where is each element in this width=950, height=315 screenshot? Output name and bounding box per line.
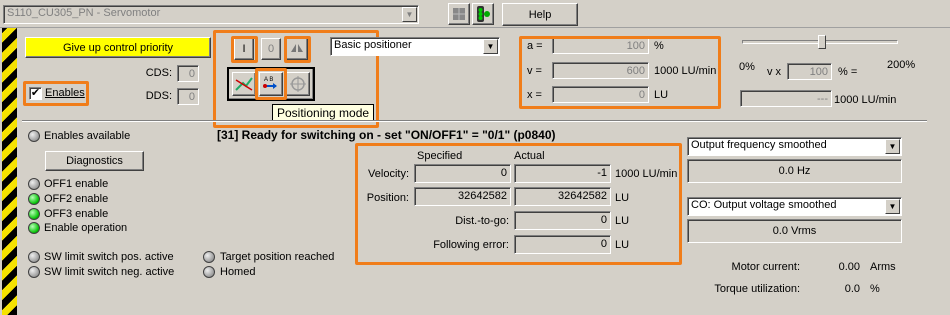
chevron-down-icon[interactable]: ▼ [885,199,900,214]
homed-label: Homed [220,266,256,278]
monitor-select-2-value: CO: Output voltage smoothed [691,199,837,211]
off3-led [28,208,40,220]
drive-select[interactable]: S110_CU305_PN - Servomotor ▼ [3,5,419,24]
mode-select-value: Basic positioner [334,39,412,51]
monitor-signal-select-1[interactable]: Output frequency smoothed ▼ [687,137,902,156]
torque-utilization-label: Torque utilization: [714,283,800,295]
enable-operation-led [28,222,40,234]
off1-label: OFF1 enable [44,178,109,190]
off3-label: OFF3 enable [44,208,109,220]
sw-limit-pos-led [28,251,40,263]
chevron-down-icon[interactable]: ▼ [483,39,498,54]
traffic-light-icon [477,6,490,22]
sw-limit-neg-label: SW limit switch neg. active [44,266,175,278]
cds-label: CDS: [145,67,172,79]
diagnostics-button[interactable]: Diagnostics [45,151,144,171]
sw-limit-pos-label: SW limit switch pos. active [44,251,174,263]
grid-icon [453,8,465,20]
monitor-select-1-value: Output frequency smoothed [691,139,827,151]
target-reached-led [203,251,215,263]
override-vx-label: v x [767,66,782,78]
cds-field: 0 [177,65,199,82]
drive-status-message: [31] Ready for switching on - set "ON/OF… [217,128,556,142]
help-button-label: Help [528,8,552,21]
override-pct-label: % = [838,66,858,78]
override-min-label: 0% [739,61,755,73]
enable-operation-label: Enable operation [44,222,128,234]
enables-available-led [28,130,40,142]
position-panel-highlight [355,143,682,265]
homed-led [203,266,215,278]
give-up-control-priority-button[interactable]: Give up control priority [25,37,211,58]
override-slider-handle[interactable] [818,35,826,49]
motor-current-label: Motor current: [731,261,800,273]
drive-select-value: S110_CU305_PN - Servomotor [7,7,161,19]
off2-label: OFF2 enable [44,193,109,205]
off2-led [28,193,40,205]
override-max-label: 200% [887,59,916,71]
override-field[interactable]: 100 [787,63,832,80]
motor-current-value: 0.00 [838,261,860,273]
torque-utilization-value: 0.0 [844,283,860,295]
hazard-stripe [2,28,17,315]
help-button[interactable]: Help [502,3,578,26]
diagnostics-label: Diagnostics [66,155,123,167]
give-up-label: Give up control priority [62,41,174,54]
status-lights-button[interactable] [472,3,494,25]
chevron-down-icon[interactable]: ▼ [402,7,417,22]
override-result-field: --- [740,90,832,107]
motor-current-unit: Arms [870,261,896,273]
dds-field: 0 [177,88,199,105]
monitor-signal-select-2[interactable]: CO: Output voltage smoothed ▼ [687,197,902,216]
enables-highlight [23,81,89,106]
dds-label: DDS: [145,90,172,102]
chevron-down-icon[interactable]: ▼ [885,139,900,154]
sw-limit-neg-led [28,266,40,278]
target-reached-label: Target position reached [220,251,335,263]
monitor-value-1: 0.0 Hz [687,159,902,183]
off1-led [28,178,40,190]
enables-available-label: Enables available [44,130,131,142]
torque-utilization-unit: % [870,283,880,295]
override-result-unit: 1000 LU/min [834,94,897,106]
setpoints-highlight [519,36,721,109]
section-separator [22,120,927,122]
grid-toolbar-button[interactable] [448,3,470,25]
monitor-value-2: 0.0 Vrms [687,219,902,243]
positioning-mode-select[interactable]: Basic positioner ▼ [330,37,500,56]
